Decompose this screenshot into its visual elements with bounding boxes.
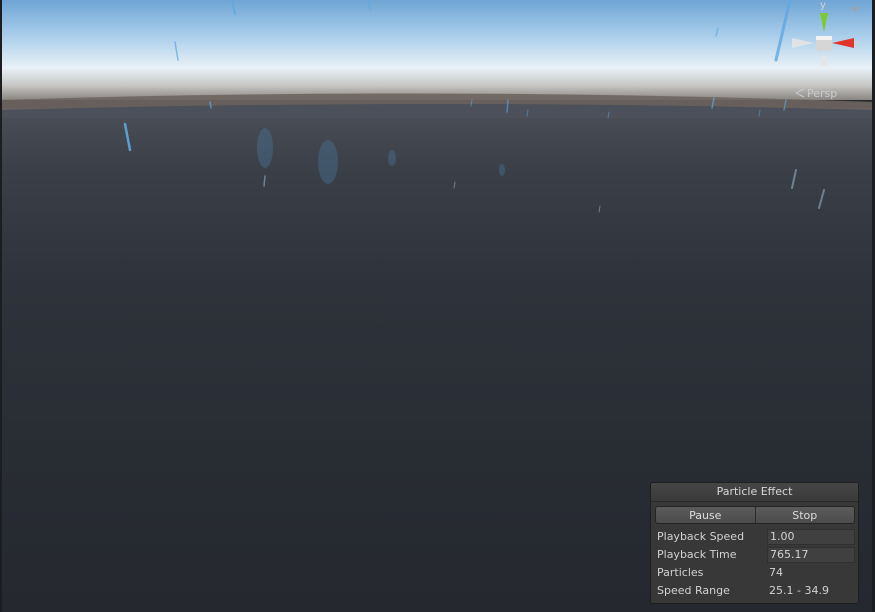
particles-label: Particles	[657, 566, 704, 579]
y-axis-label: y	[820, 0, 826, 11]
playback-speed-row: Playback Speed 1.00	[657, 529, 855, 545]
particles-row: Particles 74	[657, 565, 855, 581]
projection-toggle[interactable]: Persp	[795, 86, 837, 100]
particle-effect-panel: Particle Effect Pause Stop Playback Spee…	[650, 482, 859, 604]
particles-count: 74	[769, 566, 783, 579]
horizon-band	[0, 93, 875, 118]
speed-range-row: Speed Range 25.1 - 34.9	[657, 583, 855, 599]
skybox	[0, 0, 875, 100]
speed-range-label: Speed Range	[657, 584, 730, 597]
pause-button[interactable]: Pause	[655, 506, 756, 524]
playback-time-field[interactable]: 765.17	[767, 547, 855, 563]
projection-label: Persp	[807, 86, 838, 100]
x-axis-label: x	[854, 38, 860, 49]
y-axis-cone-icon	[820, 13, 828, 32]
stop-button[interactable]: Stop	[755, 506, 855, 524]
playback-time-label: Playback Time	[657, 548, 737, 561]
scene-view[interactable]: y x Persp Particle Effect Pause Stop Pla…	[0, 0, 875, 612]
playback-speed-field[interactable]: 1.00	[767, 529, 855, 545]
gizmo-menu-icon[interactable]	[850, 4, 860, 14]
playback-time-row: Playback Time 765.17	[657, 547, 855, 563]
playback-speed-label: Playback Speed	[657, 530, 745, 543]
speed-range-value: 25.1 - 34.9	[769, 584, 829, 597]
x-axis-cone-icon	[832, 38, 854, 48]
viewport-border-left	[0, 0, 2, 612]
panel-title: Particle Effect	[651, 483, 858, 502]
perspective-icon	[795, 88, 805, 98]
playback-controls: Pause Stop	[655, 506, 855, 524]
